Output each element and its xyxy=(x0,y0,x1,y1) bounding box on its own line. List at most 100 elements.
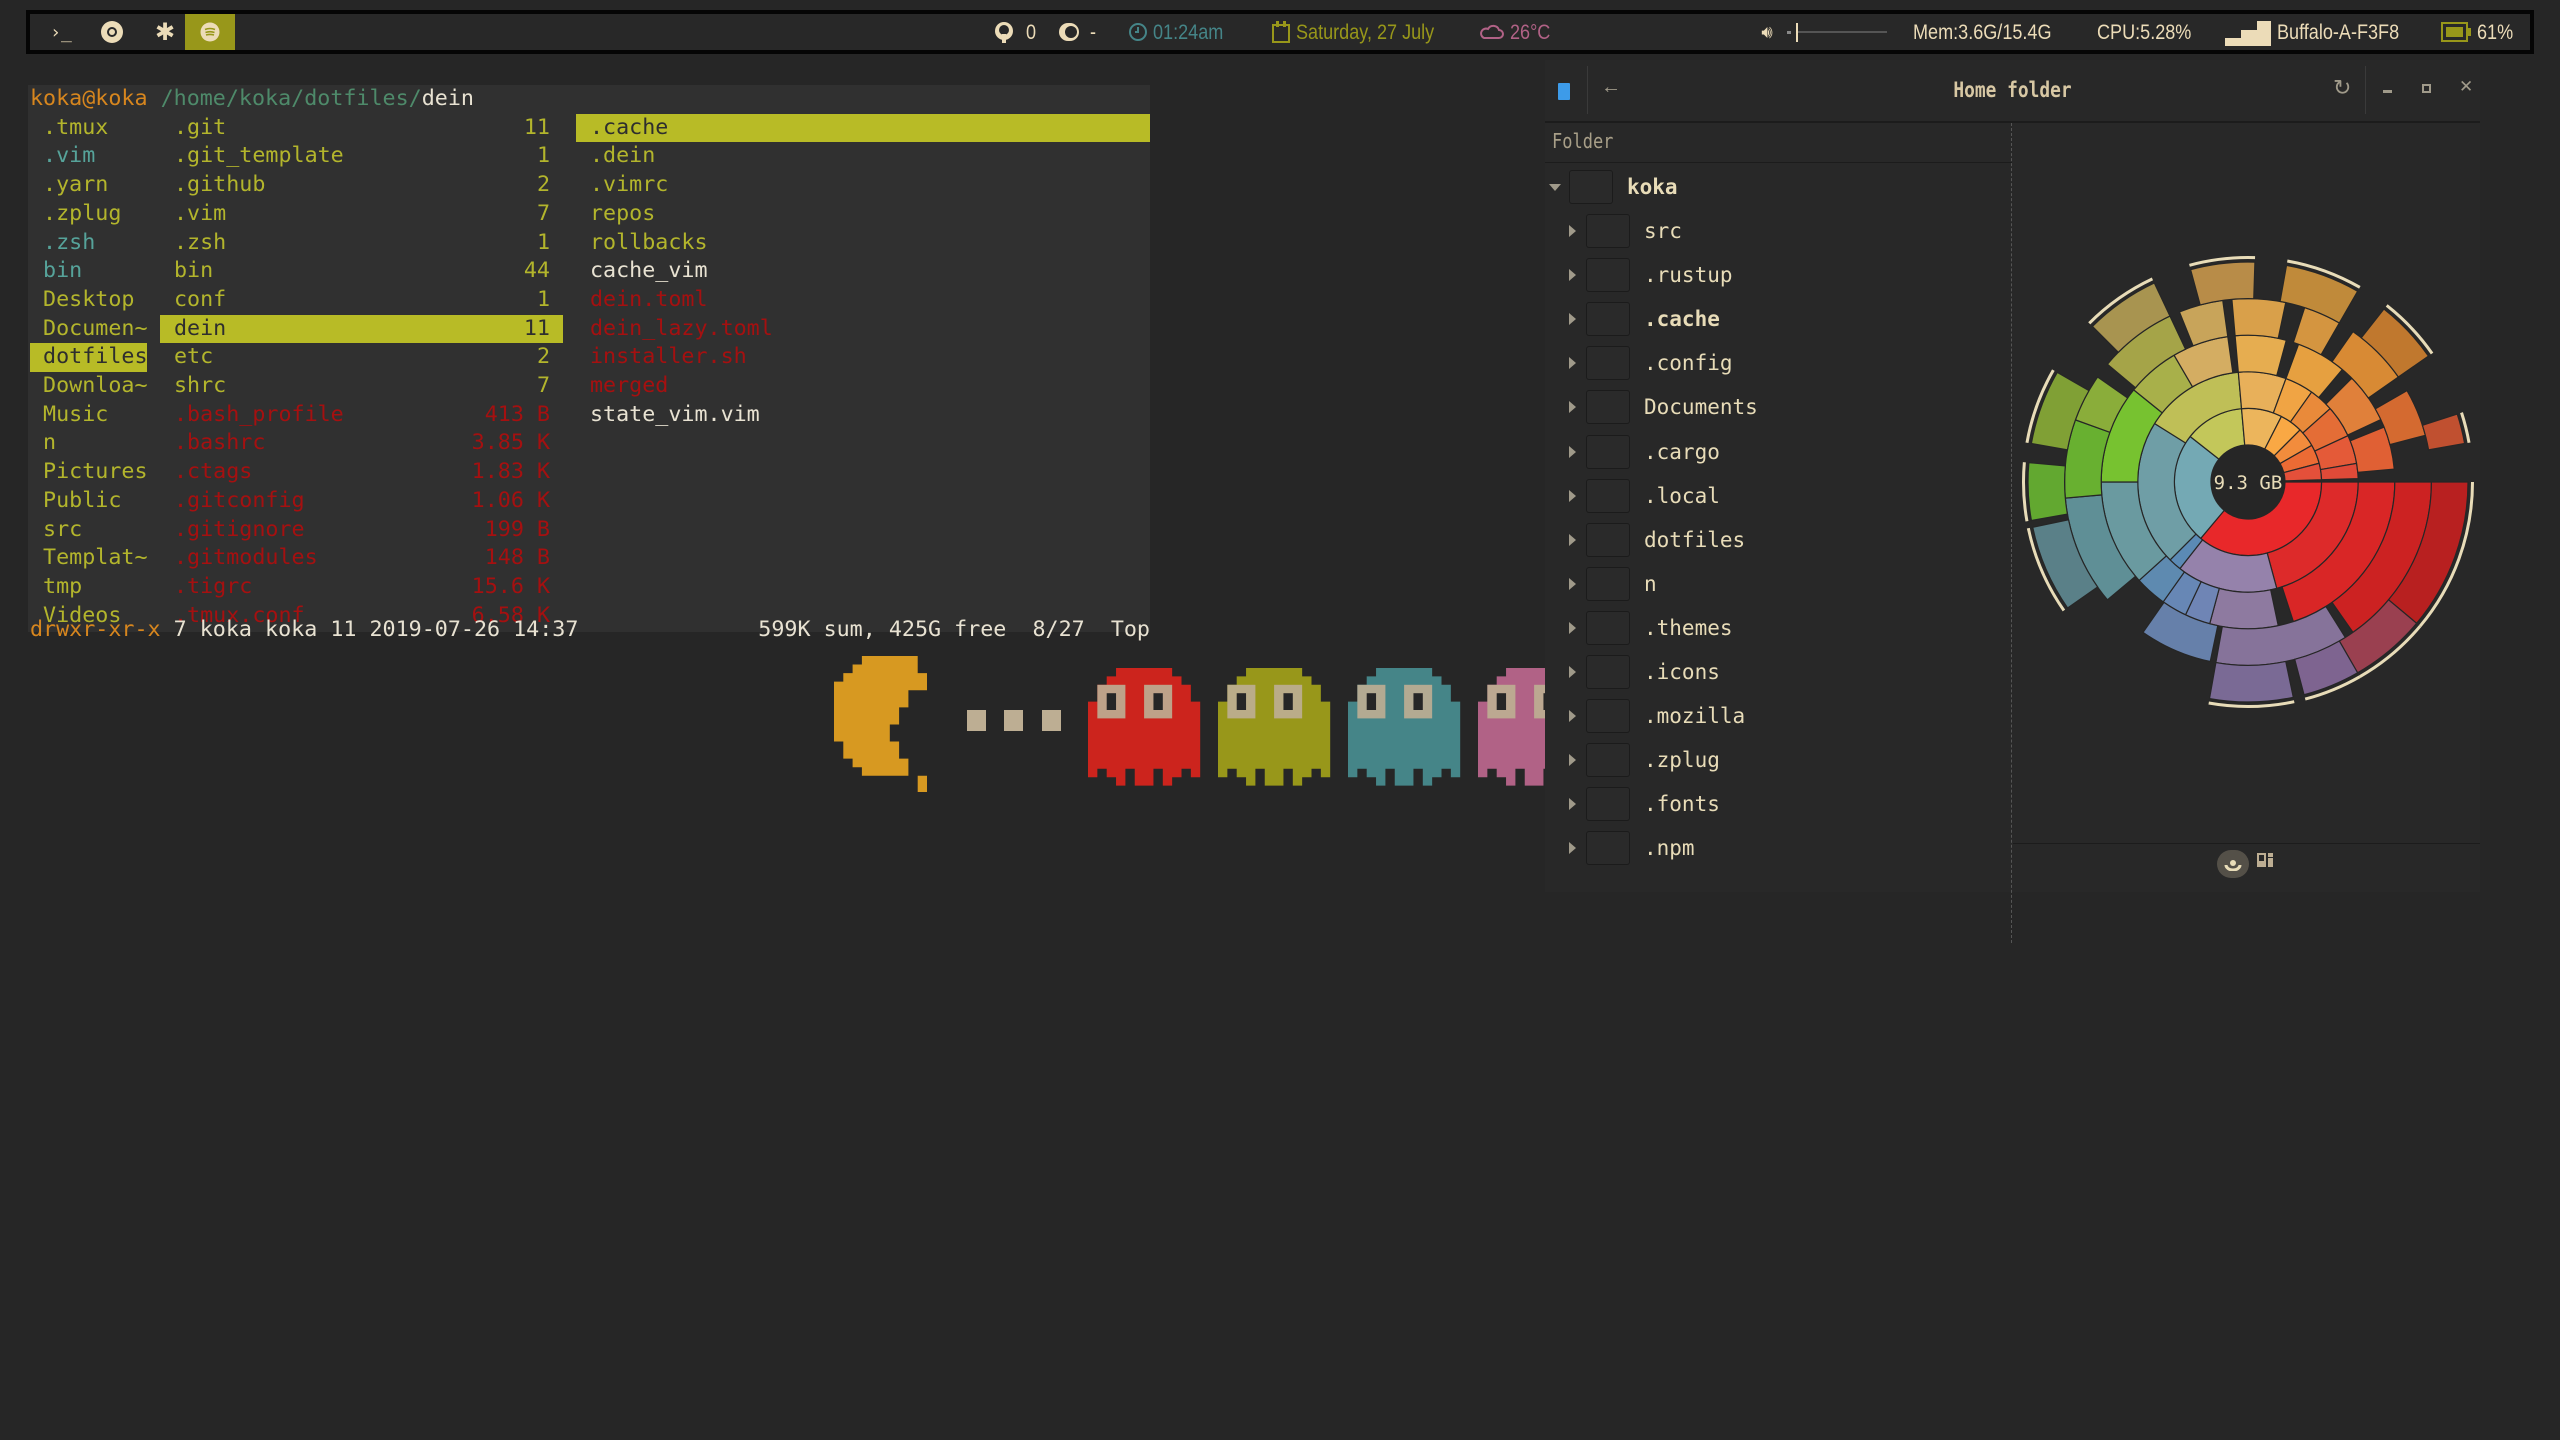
clock-time[interactable]: 01:24am xyxy=(1153,21,1223,45)
parent-dir-entry[interactable]: Music xyxy=(30,401,147,430)
tree-row[interactable]: .mozilla xyxy=(1545,694,2005,738)
dir-entry[interactable]: .ctags 1.83 K xyxy=(160,458,563,487)
tree-row[interactable]: Documents xyxy=(1545,385,2005,429)
volume-knob[interactable] xyxy=(1796,23,1798,42)
volume-icon[interactable]: 🔊︎ xyxy=(1756,21,1778,43)
github-icon[interactable] xyxy=(994,21,1014,43)
tree-row[interactable]: .cache xyxy=(1545,297,2005,341)
dir-entry[interactable]: .gitignore 199 B xyxy=(160,516,563,545)
preview-entry[interactable]: .dein xyxy=(576,142,1150,171)
tree-row[interactable]: .local xyxy=(1545,474,2005,518)
preview-entry[interactable]: .cache xyxy=(576,113,1150,143)
dir-entry[interactable]: .bash_profile 413 B xyxy=(160,401,563,430)
sunburst-segment[interactable] xyxy=(2231,298,2287,340)
close-button[interactable]: ✕ xyxy=(2459,77,2473,97)
expander-icon[interactable] xyxy=(1569,798,1576,811)
dir-entry[interactable]: .zsh 1 xyxy=(160,229,563,258)
tree-row[interactable]: .config xyxy=(1545,341,2005,385)
dir-entry[interactable]: .gitconfig 1.06 K xyxy=(160,487,563,516)
expander-icon[interactable] xyxy=(1569,313,1576,326)
dir-entry[interactable]: .git 11 xyxy=(160,114,563,143)
tree-row[interactable]: src xyxy=(1545,209,2005,253)
parent-dir-entry[interactable]: Desktop xyxy=(30,286,147,315)
preview-entry[interactable]: cache_vim xyxy=(576,257,1150,286)
dir-entry[interactable]: .github 2 xyxy=(160,171,563,200)
sunburst-segment[interactable] xyxy=(2189,261,2256,306)
parent-dir-entry[interactable]: .yarn xyxy=(30,171,147,200)
toggle-icon[interactable] xyxy=(1058,22,1080,42)
preview-entry[interactable]: state_vim.vim xyxy=(576,401,1150,430)
column-header-folder[interactable]: Folder xyxy=(1552,129,1613,153)
tree-row[interactable]: .cargo xyxy=(1545,430,2005,474)
dir-entry[interactable]: .tigrc 15.6 K xyxy=(160,573,563,602)
parent-dir-entry[interactable]: tmp xyxy=(30,573,147,602)
app-menu-icon[interactable] xyxy=(1558,83,1570,100)
expander-open-icon[interactable] xyxy=(1549,183,1561,191)
wifi-ssid[interactable]: Buffalo-A-F3F8 xyxy=(2277,21,2399,45)
parent-dir-entry[interactable]: .zplug xyxy=(30,200,147,229)
chrome-icon[interactable] xyxy=(100,20,124,44)
dir-entry[interactable]: etc 2 xyxy=(160,343,563,372)
tree-row[interactable]: .icons xyxy=(1545,650,2005,694)
parent-dir-entry[interactable]: .vim xyxy=(30,142,147,171)
expander-icon[interactable] xyxy=(1569,533,1576,546)
expander-icon[interactable] xyxy=(1569,489,1576,502)
weather-temp[interactable]: 26°C xyxy=(1510,21,1550,45)
parent-dir-entry[interactable]: dotfiles xyxy=(30,343,148,372)
terminal-icon[interactable]: ›_ xyxy=(48,18,74,46)
tree-row[interactable]: .themes xyxy=(1545,606,2005,650)
tree-row[interactable]: .rustup xyxy=(1545,253,2005,297)
expander-icon[interactable] xyxy=(1569,401,1576,414)
ring-chart-view-button[interactable] xyxy=(2217,850,2249,878)
terminal-file-manager[interactable]: koka@koka /home/koka/dotfiles/dein .tmux… xyxy=(28,85,1150,642)
maximize-button[interactable] xyxy=(2422,84,2431,93)
expander-icon[interactable] xyxy=(1569,269,1576,282)
expander-icon[interactable] xyxy=(1569,225,1576,237)
parent-dir-entry[interactable]: Pictures xyxy=(30,458,147,487)
expander-icon[interactable] xyxy=(1569,445,1576,458)
expander-icon[interactable] xyxy=(1569,577,1576,590)
expander-icon[interactable] xyxy=(1569,666,1576,678)
parent-dir-entry[interactable]: src xyxy=(30,516,147,545)
refresh-icon[interactable]: ↻ xyxy=(2333,75,2351,101)
preview-entry[interactable]: .vimrc xyxy=(576,171,1150,200)
tree-row-root[interactable]: koka xyxy=(1545,165,2005,209)
expander-icon[interactable] xyxy=(1569,754,1576,767)
dir-entry[interactable]: dein 11 xyxy=(160,314,563,344)
tree-row[interactable]: dotfiles xyxy=(1545,518,2005,562)
wifi-signal-icon[interactable] xyxy=(2225,20,2271,46)
expander-icon[interactable] xyxy=(1569,621,1576,634)
dir-entry[interactable]: .bashrc 3.85 K xyxy=(160,429,563,458)
preview-entry[interactable]: rollbacks xyxy=(576,229,1150,258)
parent-dir-entry[interactable]: n xyxy=(30,429,147,458)
sunburst-segment[interactable] xyxy=(2208,587,2279,630)
parent-dir-entry[interactable]: Templat~ xyxy=(30,544,147,573)
preview-entry[interactable]: merged xyxy=(576,372,1150,401)
parent-dir-entry[interactable]: Public xyxy=(30,487,147,516)
parent-dir-entry[interactable]: Downloa~ xyxy=(30,372,147,401)
spotify-button[interactable] xyxy=(185,14,235,50)
expander-icon[interactable] xyxy=(1569,710,1576,723)
parent-dir-entry[interactable]: bin xyxy=(30,257,147,286)
parent-dir-entry[interactable]: Documen~ xyxy=(30,315,147,344)
gear-icon[interactable]: ✱ xyxy=(152,19,178,46)
sunburst-segment[interactable] xyxy=(2208,660,2295,703)
minimize-button[interactable] xyxy=(2383,90,2392,93)
dir-entry[interactable]: .vim 7 xyxy=(160,200,563,229)
sunburst-segment[interactable] xyxy=(2234,334,2288,377)
date-text[interactable]: Saturday, 27 July xyxy=(1296,21,1434,45)
tree-row[interactable]: .fonts xyxy=(1545,782,2005,826)
parent-dir-entry[interactable]: .zsh xyxy=(30,229,147,258)
preview-entry[interactable]: installer.sh xyxy=(576,343,1150,372)
preview-entry[interactable]: dein_lazy.toml xyxy=(576,315,1150,344)
dir-entry[interactable]: .git_template 1 xyxy=(160,142,563,171)
dir-entry[interactable]: shrc 7 xyxy=(160,372,563,401)
dir-entry[interactable]: conf 1 xyxy=(160,286,563,315)
volume-slider[interactable] xyxy=(1787,23,1887,42)
expander-icon[interactable] xyxy=(1569,842,1576,855)
sunburst-segment[interactable] xyxy=(2421,413,2466,451)
preview-entry[interactable]: repos xyxy=(576,200,1150,229)
preview-entry[interactable]: dein.toml xyxy=(576,286,1150,315)
parent-dir-entry[interactable]: .tmux xyxy=(30,114,147,143)
dir-entry[interactable]: .gitmodules 148 B xyxy=(160,544,563,573)
